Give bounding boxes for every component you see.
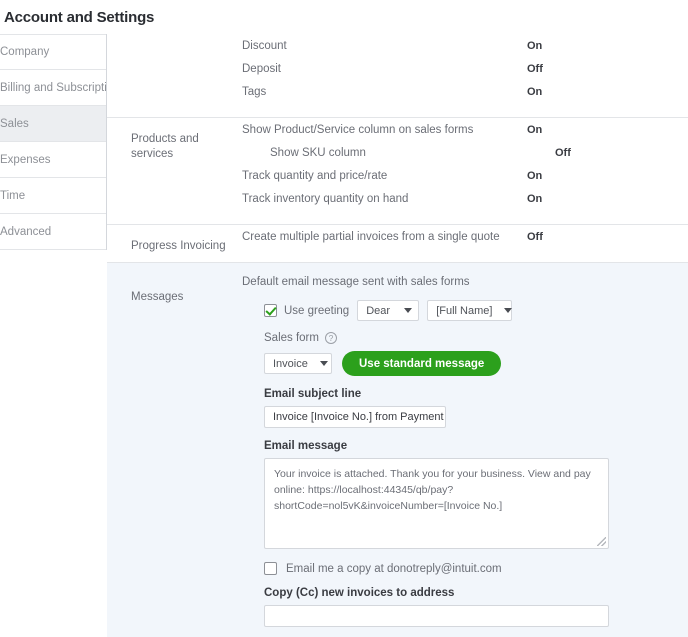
resize-handle[interactable] (597, 537, 606, 546)
sales-form-controls: Invoice Use standard message (264, 351, 688, 376)
greeting-name-value: [Full Name] (436, 305, 492, 317)
setting-row-tags[interactable]: Tags On (242, 86, 688, 109)
messages-intro-text: Default email message sent with sales fo… (242, 276, 688, 288)
group-rows: Discount On Deposit Off Tags On (242, 34, 688, 117)
setting-row-create-multiple-partial-invoices[interactable]: Create multiple partial invoices from a … (242, 231, 688, 254)
sidebar-item-label: Advanced (0, 226, 51, 238)
email-message-text: Your invoice is attached. Thank you for … (274, 468, 591, 512)
email-copy-checkbox[interactable] (264, 562, 277, 575)
cc-address-input[interactable] (264, 605, 609, 627)
sidebar-item-time[interactable]: Time (0, 178, 106, 214)
chevron-down-icon (404, 308, 412, 313)
page-header: Account and Settings (0, 0, 688, 34)
email-message-textarea[interactable]: Your invoice is attached. Thank you for … (264, 458, 609, 549)
setting-value: On (527, 170, 542, 182)
sidebar-item-billing-and-subscription[interactable]: Billing and Subscripti... (0, 70, 106, 106)
setting-row-track-quantity-and-price-rate[interactable]: Track quantity and price/rate On (242, 170, 688, 193)
settings-group-products-and-services: Products and services Show Product/Servi… (107, 118, 688, 224)
setting-name: Track quantity and price/rate (242, 170, 527, 182)
group-label (107, 34, 242, 48)
group-label: Products and services (107, 118, 242, 162)
greeting-salutation-select[interactable]: Dear (357, 300, 419, 321)
use-standard-message-button[interactable]: Use standard message (342, 351, 501, 376)
email-subject-label: Email subject line (264, 388, 688, 400)
email-copy-label: Email me a copy at donotreply@intuit.com (286, 563, 502, 575)
use-greeting-label: Use greeting (284, 305, 349, 317)
sales-form-row: Sales form ? (264, 332, 688, 344)
group-rows: Create multiple partial invoices from a … (242, 225, 688, 262)
page-title: Account and Settings (4, 9, 154, 26)
greeting-salutation-value: Dear (366, 305, 392, 317)
help-icon[interactable]: ? (325, 332, 337, 344)
group-label: Progress Invoicing (107, 225, 242, 254)
messages-form: Default email message sent with sales fo… (242, 276, 688, 627)
sales-form-type-select[interactable]: Invoice (264, 353, 332, 374)
email-message-label: Email message (264, 440, 688, 452)
email-copy-row: Email me a copy at donotreply@intuit.com (264, 562, 688, 575)
setting-value: On (527, 40, 542, 52)
use-greeting-row: Use greeting Dear [Full Name] (264, 300, 688, 321)
settings-group-progress-invoicing: Progress Invoicing Create multiple parti… (107, 225, 688, 262)
setting-name: Create multiple partial invoices from a … (242, 231, 527, 243)
sales-form-type-value: Invoice (273, 358, 308, 370)
sidebar-item-expenses[interactable]: Expenses (0, 142, 106, 178)
sidebar-item-sales[interactable]: Sales (0, 106, 106, 142)
setting-value: Off (555, 147, 571, 159)
messages-indent-block: Use greeting Dear [Full Name] Sal (242, 300, 688, 627)
setting-row-show-sku-column[interactable]: Show SKU column Off (242, 147, 688, 170)
setting-value: Off (527, 231, 543, 243)
greeting-name-select[interactable]: [Full Name] (427, 300, 512, 321)
settings-content: Discount On Deposit Off Tags On (107, 34, 688, 637)
use-greeting-checkbox[interactable] (264, 304, 277, 317)
sidebar-item-label: Company (0, 46, 49, 58)
settings-sidebar: Company Billing and Subscripti... Sales … (0, 34, 107, 250)
setting-row-track-inventory-quantity-on-hand[interactable]: Track inventory quantity on hand On (242, 193, 688, 216)
chevron-down-icon (320, 361, 328, 366)
setting-name: Track inventory quantity on hand (242, 193, 527, 205)
setting-row-discount[interactable]: Discount On (242, 40, 688, 63)
group-label-messages: Messages (107, 276, 242, 305)
setting-row-deposit[interactable]: Deposit Off (242, 63, 688, 86)
setting-name: Deposit (242, 63, 527, 75)
setting-row-show-product-service-column[interactable]: Show Product/Service column on sales for… (242, 124, 688, 147)
sidebar-item-label: Sales (0, 118, 29, 130)
app-shell: Company Billing and Subscripti... Sales … (0, 34, 688, 623)
cc-address-label: Copy (Cc) new invoices to address (264, 587, 688, 599)
sales-form-label: Sales form (264, 332, 319, 344)
setting-name: Tags (242, 86, 527, 98)
setting-value: On (527, 86, 542, 98)
setting-name: Show Product/Service column on sales for… (242, 124, 527, 136)
setting-name: Discount (242, 40, 527, 52)
sidebar-item-label: Time (0, 190, 25, 202)
settings-group-messages: Messages Default email message sent with… (107, 263, 688, 637)
chevron-down-icon (504, 308, 512, 313)
sidebar-item-label: Expenses (0, 154, 51, 166)
setting-name: Show SKU column (242, 147, 555, 159)
sidebar-item-advanced[interactable]: Advanced (0, 214, 106, 250)
setting-value: On (527, 193, 542, 205)
sidebar-item-company[interactable]: Company (0, 34, 106, 70)
group-rows: Show Product/Service column on sales for… (242, 118, 688, 224)
email-subject-input[interactable]: Invoice [Invoice No.] from Payment Pla (264, 406, 446, 428)
setting-value: Off (527, 63, 543, 75)
setting-value: On (527, 124, 542, 136)
settings-group-sales-form-content: Discount On Deposit Off Tags On (107, 34, 688, 117)
sidebar-item-label: Billing and Subscripti... (0, 82, 106, 94)
